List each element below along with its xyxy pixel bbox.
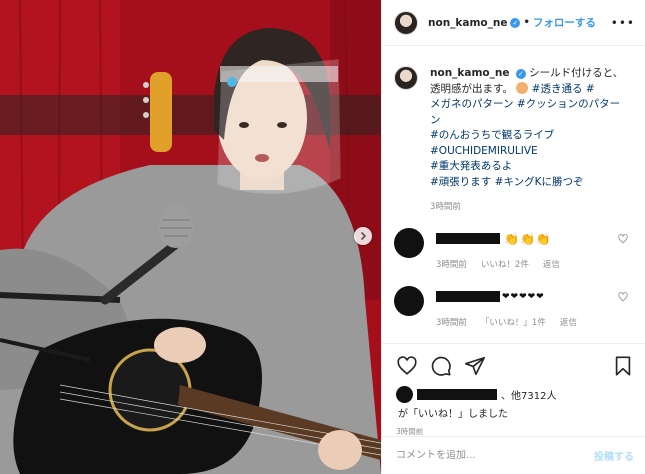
post-comment-button[interactable]: 投稿する (594, 448, 634, 463)
comment-item: ❤❤❤❤❤ 3時間前 「いいね！」1件 返信 (382, 285, 645, 328)
share-icon[interactable] (464, 355, 486, 377)
likes-caption: が「いいね！」しました (398, 409, 508, 420)
post-caption: non_kamo_ne ✓ シールド付けると、 透明感が出ます。 #透き通る #… (382, 46, 645, 216)
add-comment-bar: 投稿する (382, 436, 645, 474)
comment-likes-link[interactable]: 「いいね！」1件 (481, 316, 546, 328)
comment-body: 👏👏👏 3時間前 いいね！2件 返信 (436, 228, 631, 270)
hashtag-link[interactable]: # (586, 83, 595, 95)
comment-meta: 3時間前 「いいね！」1件 返信 (436, 316, 631, 328)
comment-reply-button[interactable]: 返信 (543, 258, 560, 270)
heart-icon[interactable] (396, 355, 418, 377)
author-username[interactable]: non_kamo_ne (428, 17, 507, 29)
comment-icon[interactable] (430, 355, 452, 377)
caption-body: non_kamo_ne ✓ シールド付けると、 透明感が出ます。 #透き通る #… (430, 66, 623, 216)
redacted-username[interactable] (417, 389, 497, 400)
verified-badge-icon: ✓ (515, 69, 526, 79)
commenter-avatar[interactable] (394, 227, 424, 258)
post-actions: 、他7312人 が「いいね！」しました 3時間前 (382, 343, 645, 437)
hashtag-link[interactable]: #頑張ります (430, 176, 491, 188)
comment-likes-link[interactable]: いいね！2件 (481, 258, 529, 270)
action-icons (396, 354, 634, 378)
hashtag-link[interactable]: #OUCHIDEMIRULIVE (430, 145, 538, 157)
comment-timestamp: 3時間前 (436, 317, 467, 328)
caption-timestamp: 3時間前 (430, 202, 461, 212)
hashtag-link[interactable]: メガネのパターン (430, 98, 513, 110)
redacted-username[interactable] (436, 291, 500, 302)
hashtag-link[interactable]: #透き通る (532, 83, 583, 95)
hashtag-link[interactable]: ン (430, 114, 441, 126)
studio-photo-illustration (0, 0, 381, 474)
bookmark-icon[interactable] (612, 355, 634, 377)
author-avatar[interactable] (394, 10, 418, 35)
hashtag-link[interactable]: #のんおうちで観るライブ (430, 129, 554, 141)
caption-author-avatar[interactable] (394, 66, 418, 90)
verified-badge-icon: ✓ (510, 17, 521, 28)
comment-text: 👏👏👏 (504, 231, 552, 246)
comment-reply-button[interactable]: 返信 (560, 316, 577, 328)
follow-button[interactable]: フォローする (533, 15, 596, 30)
chevron-right-icon (360, 231, 367, 241)
hashtag-link[interactable]: #キングKに勝つぞ (495, 176, 584, 188)
comment-text: ❤❤❤❤❤ (502, 291, 545, 302)
comment-meta: 3時間前 いいね！2件 返信 (436, 258, 631, 270)
caption-text-line2: 透明感が出ます。 (430, 82, 513, 95)
hashtag-link[interactable]: #クッションのパター (517, 98, 620, 110)
header-separator: • (523, 17, 530, 28)
comment-like-heart-icon[interactable] (618, 291, 628, 302)
next-image-button[interactable] (354, 227, 372, 245)
comment-input[interactable] (396, 450, 594, 461)
redacted-username[interactable] (436, 233, 500, 244)
comment-body: ❤❤❤❤❤ 3時間前 「いいね！」1件 返信 (436, 286, 631, 328)
more-options-icon[interactable]: ••• (611, 16, 635, 30)
likes-count[interactable]: 、他7312人 (501, 387, 556, 402)
hashtag-link[interactable]: #重大発表あるよ (430, 160, 512, 172)
caption-text-line1: シールド付けると、 (529, 67, 624, 79)
liker-avatar[interactable] (396, 386, 413, 403)
person-emoji-icon (516, 81, 529, 94)
comment-timestamp: 3時間前 (436, 259, 467, 270)
caption-username[interactable]: non_kamo_ne (430, 67, 509, 79)
post-photo[interactable] (0, 0, 381, 474)
comment-item: 👏👏👏 3時間前 いいね！2件 返信 (382, 227, 645, 270)
commenter-avatar[interactable] (394, 285, 424, 316)
comment-like-heart-icon[interactable] (618, 233, 628, 244)
likes-summary: 、他7312人 (396, 386, 634, 403)
post-header: non_kamo_ne ✓ • フォローする ••• (382, 0, 645, 46)
post-side-panel: non_kamo_ne ✓ • フォローする ••• non_kamo_ne ✓… (381, 0, 645, 474)
